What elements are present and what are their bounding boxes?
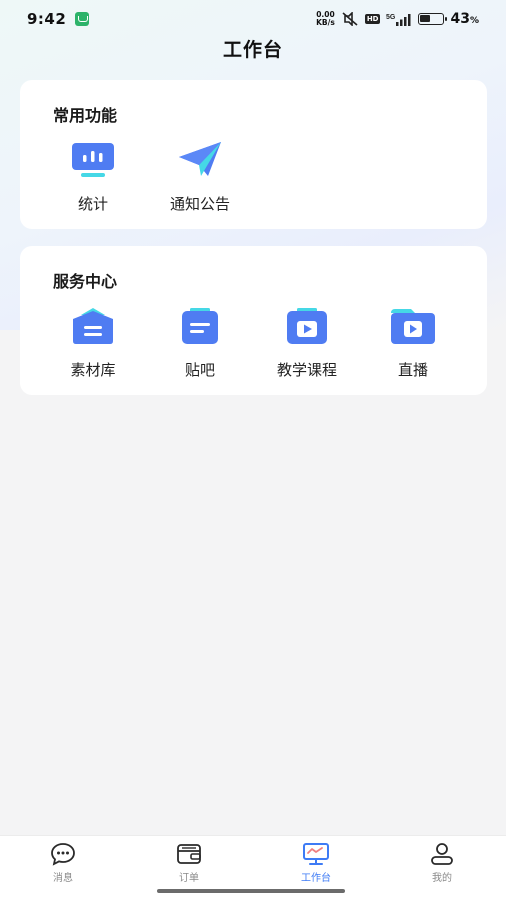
cellular-signal-icon: 5G xyxy=(386,12,412,26)
teaching-course-button[interactable]: 教学课程 xyxy=(257,306,357,380)
status-bar: 9:42 0.00 KB/s HD 5G 43% xyxy=(0,0,506,38)
service-center-title: 服务中心 xyxy=(53,272,118,291)
service-center-card: 服务中心 素材库 贴吧 教学课程 直播 xyxy=(20,246,487,395)
live-button[interactable]: 直播 xyxy=(363,306,463,380)
nav-messages-label: 消息 xyxy=(53,873,73,884)
network-speed-unit: KB/s xyxy=(316,18,335,27)
video-course-icon xyxy=(283,306,331,346)
forum-button[interactable]: 贴吧 xyxy=(150,306,250,380)
nav-orders[interactable]: 订单 xyxy=(149,842,229,884)
mute-vibrate-icon xyxy=(341,12,359,26)
forum-note-icon xyxy=(176,306,224,346)
network-speed: 0.00 KB/s xyxy=(316,11,335,27)
common-functions-card: 常用功能 统计 通知公告 xyxy=(20,80,487,229)
page-title: 工作台 xyxy=(222,39,283,61)
material-library-icon xyxy=(69,306,117,346)
workbench-monitor-icon xyxy=(302,842,330,866)
live-folder-icon xyxy=(389,306,437,346)
wallet-icon xyxy=(176,842,202,866)
live-label: 直播 xyxy=(397,361,428,379)
nav-messages[interactable]: 消息 xyxy=(23,842,103,884)
status-indicators: 0.00 KB/s HD 5G 43% xyxy=(316,11,479,28)
teaching-course-label: 教学课程 xyxy=(276,361,337,379)
nav-profile[interactable]: 我的 xyxy=(402,842,482,884)
profile-icon xyxy=(429,842,455,866)
battery-percent-unit: % xyxy=(469,16,479,26)
status-time: 9:42 xyxy=(27,10,67,28)
forum-label: 贴吧 xyxy=(184,361,215,379)
app-notification-icon xyxy=(75,12,90,26)
notice-label: 通知公告 xyxy=(169,195,230,213)
battery-level-fill xyxy=(420,15,430,22)
nav-workbench[interactable]: 工作台 xyxy=(276,842,356,884)
material-library-label: 素材库 xyxy=(70,361,116,379)
nav-workbench-label: 工作台 xyxy=(301,873,331,884)
battery-percent-value: 43 xyxy=(450,11,470,27)
material-library-button[interactable]: 素材库 xyxy=(43,306,143,380)
hd-badge: HD xyxy=(364,14,381,24)
stats-label: 统计 xyxy=(77,195,108,213)
network-type: 5G xyxy=(386,14,396,21)
nav-orders-label: 订单 xyxy=(179,873,199,884)
common-functions-title: 常用功能 xyxy=(53,106,118,125)
stats-button[interactable]: 统计 xyxy=(43,140,143,214)
home-indicator[interactable] xyxy=(157,889,345,893)
monitor-chart-icon xyxy=(69,140,117,180)
notice-button[interactable]: 通知公告 xyxy=(150,140,250,214)
battery-percent: 43% xyxy=(450,11,479,27)
paper-plane-icon xyxy=(176,140,224,180)
battery-icon xyxy=(418,13,448,25)
nav-profile-label: 我的 xyxy=(432,873,452,884)
chat-bubble-icon xyxy=(50,842,76,866)
